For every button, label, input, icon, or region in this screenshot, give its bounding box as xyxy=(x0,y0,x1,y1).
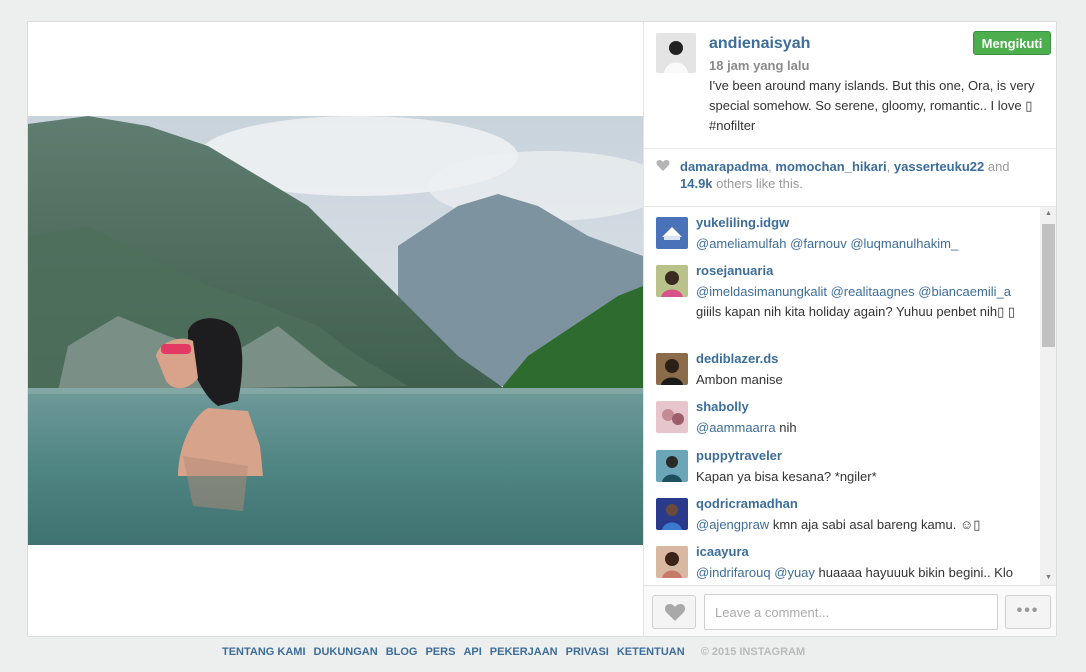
footer-link-support[interactable]: DUKUNGAN xyxy=(314,646,378,658)
comment-text: @ajengpraw kmn aja sabi asal bareng kamu… xyxy=(696,515,1026,535)
comment-text: @aammaarra nih xyxy=(696,418,1026,438)
comment-text: @ameliamulfah @farnouv @luqmanulhakim_ xyxy=(696,234,1026,254)
scroll-down-arrow-icon[interactable]: ▼ xyxy=(1040,571,1056,585)
scroll-up-arrow-icon[interactable]: ▲ xyxy=(1040,207,1056,221)
commenter-username[interactable]: yukeliling.idgw xyxy=(696,215,789,230)
liker-link[interactable]: momochan_hikari xyxy=(775,159,886,174)
photo-pane xyxy=(28,22,643,636)
post-sidebar: andienaisyah 18 jam yang lalu I've been … xyxy=(643,22,1056,636)
comment-body: nih xyxy=(779,420,797,435)
post-photo[interactable] xyxy=(28,116,643,545)
footer-nav: TENTANG KAMI DUKUNGAN BLOG PERS API PEKERJAAN… xyxy=(222,646,805,658)
comment-text: @imeldasimanungkalit @realitaagnes @bian… xyxy=(696,282,1026,322)
comment-body: giiils kapan nih kita holiday again? Yuh… xyxy=(696,304,1016,319)
post-caption: I've been around many islands. But this … xyxy=(709,78,1035,133)
comment-bar: ••• xyxy=(644,585,1056,636)
like-button[interactable] xyxy=(652,595,696,629)
mention-link[interactable]: @luqmanulhakim_ xyxy=(850,236,958,251)
likes-and: and xyxy=(984,159,1010,174)
comment-text: Ambon manise xyxy=(696,370,1026,390)
likes-count[interactable]: 14.9k xyxy=(680,176,713,191)
mention-link[interactable]: @indrifarouq xyxy=(696,565,771,580)
commenter-username[interactable]: qodricramadhan xyxy=(696,496,798,511)
mention-link[interactable]: @biancaemili_a xyxy=(918,284,1011,299)
commenter-avatar[interactable] xyxy=(656,498,688,530)
commenter-avatar[interactable] xyxy=(656,265,688,297)
comment-text: Kapan ya bisa kesana? *ngiler* xyxy=(696,467,1026,487)
footer-link-privacy[interactable]: PRIVASI xyxy=(566,646,609,658)
liker-link[interactable]: yasserteuku22 xyxy=(894,159,984,174)
commenter-avatar[interactable] xyxy=(656,450,688,482)
commenter-username[interactable]: dediblazer.ds xyxy=(696,351,778,366)
heart-icon xyxy=(664,604,686,621)
footer-link-blog[interactable]: BLOG xyxy=(386,646,418,658)
scroll-thumb[interactable] xyxy=(1042,224,1055,347)
comments-scrollbar[interactable]: ▲ ▼ xyxy=(1040,207,1056,585)
footer-link-press[interactable]: PERS xyxy=(425,646,455,658)
comment-text: @indrifarouq @yuay huaaaa hayuuuk bikin … xyxy=(696,563,1026,583)
post-timestamp[interactable]: 18 jam yang lalu xyxy=(709,58,809,73)
following-button[interactable]: Mengikuti xyxy=(973,31,1051,55)
commenter-username[interactable]: icaayura xyxy=(696,544,749,559)
mention-link[interactable]: @farnouv xyxy=(790,236,847,251)
mention-link[interactable]: @imeldasimanungkalit xyxy=(696,284,827,299)
commenter-username[interactable]: rosejanuaria xyxy=(696,263,773,278)
commenter-avatar[interactable] xyxy=(656,401,688,433)
copyright: © 2015 INSTAGRAM xyxy=(700,646,806,658)
heart-icon xyxy=(656,159,672,176)
commenter-username[interactable]: puppytraveler xyxy=(696,448,782,463)
mention-link[interactable]: @yuay xyxy=(774,565,815,580)
mention-link[interactable]: @ajengpraw xyxy=(696,517,769,532)
footer-link-jobs[interactable]: PEKERJAAN xyxy=(490,646,558,658)
comment-input[interactable] xyxy=(704,594,998,630)
comment-body: kmn aja sabi asal bareng kamu. ☺▯ xyxy=(772,517,981,532)
commenter-username[interactable]: shabolly xyxy=(696,399,749,414)
more-options-button[interactable]: ••• xyxy=(1005,595,1051,629)
liker-link[interactable]: damarapadma xyxy=(680,159,768,174)
comments-list[interactable]: yukeliling.idgw @ameliamulfah @farnouv @… xyxy=(644,207,1056,585)
likes-separator: , xyxy=(886,159,894,174)
footer-link-api[interactable]: API xyxy=(463,646,481,658)
comment-body: Ambon manise xyxy=(696,372,783,387)
comment-body: Kapan ya bisa kesana? *ngiler* xyxy=(696,469,877,484)
likes-suffix: others like this. xyxy=(712,176,803,191)
comment-body: huaaaa hayuuuk bikin begini.. Klo xyxy=(818,565,1013,580)
mention-link[interactable]: @realitaagnes xyxy=(831,284,915,299)
likes-summary: damarapadma, momochan_hikari, yasserteuk… xyxy=(656,159,1051,192)
author-avatar[interactable] xyxy=(656,33,696,73)
commenter-avatar[interactable] xyxy=(656,353,688,385)
author-username[interactable]: andienaisyah xyxy=(709,35,810,53)
avatar-image xyxy=(656,33,696,73)
post-modal: andienaisyah 18 jam yang lalu I've been … xyxy=(27,21,1057,637)
commenter-avatar[interactable] xyxy=(656,217,688,249)
mention-link[interactable]: @aammaarra xyxy=(696,420,776,435)
footer-link-about[interactable]: TENTANG KAMI xyxy=(222,646,306,658)
commenter-avatar[interactable] xyxy=(656,546,688,578)
footer-link-terms[interactable]: KETENTUAN xyxy=(617,646,685,658)
mention-link[interactable]: @ameliamulfah xyxy=(696,236,787,251)
divider xyxy=(644,148,1056,149)
